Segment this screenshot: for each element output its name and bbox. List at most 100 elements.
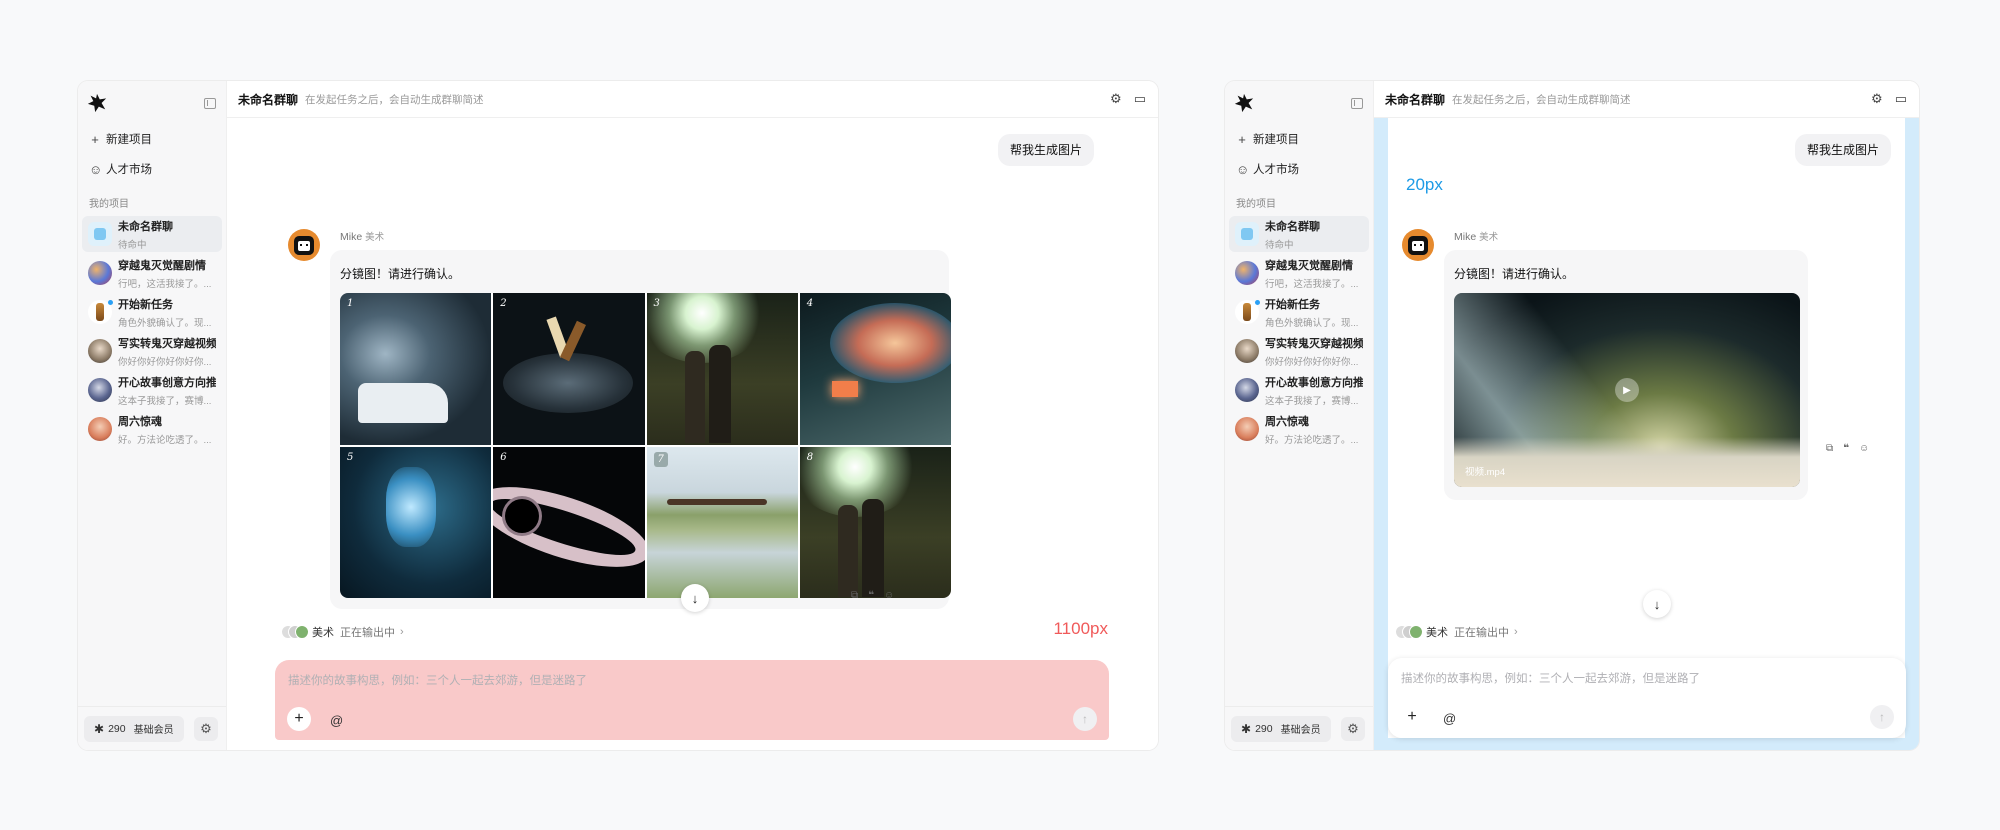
arrow-up-icon: ↑ (1879, 710, 1885, 724)
sidebar: + 新建项目 ☺ 人才市场 我的项目 未命名群聊 待命中 穿越鬼灭觉醒剧情 行吧，这活我… (78, 81, 226, 750)
project-avatar (1235, 378, 1259, 402)
user-message-bubble: 帮我生成图片 (1795, 134, 1892, 166)
reaction-icon[interactable]: ☺ (884, 590, 894, 601)
sender-line: Mike 美术 (340, 231, 385, 243)
add-attachment-button[interactable]: + (287, 707, 311, 731)
storyboard-image-5[interactable]: 5 (340, 446, 492, 598)
copy-icon[interactable]: ⧉ (851, 590, 858, 601)
settings-gear-icon[interactable]: ⚙ (1341, 716, 1365, 741)
folder-icon[interactable]: ▭ (1895, 91, 1907, 107)
settings-gear-icon[interactable]: ⚙ (194, 716, 218, 741)
projects-section-title: 我的项目 (89, 199, 129, 210)
sidebar-toggle-icon[interactable] (1351, 97, 1363, 109)
scroll-down-button[interactable]: ↓ (1643, 590, 1671, 618)
project-item[interactable]: 未命名群聊 待命中 (1229, 216, 1369, 252)
agent-status[interactable]: 美术 正在输出中 › (281, 624, 404, 640)
scroll-down-button[interactable]: ↓ (681, 584, 709, 612)
chat-title: 未命名群聊 (1385, 92, 1446, 107)
project-item[interactable]: 未命名群聊 待命中 (82, 216, 222, 252)
storyboard-image-3[interactable]: 3 (646, 293, 798, 445)
send-button[interactable]: ↑ (1073, 707, 1097, 731)
settings-gear-icon[interactable]: ⚙ (1871, 91, 1883, 107)
mention-button[interactable]: @ (1443, 711, 1456, 726)
unread-dot (1255, 300, 1260, 305)
group-chat-icon (88, 222, 112, 246)
chat-main: 未命名群聊 在发起任务之后，会自动生成群聊简述 ⚙ ▭ 帮我生成图片 Mike 美… (226, 81, 1158, 750)
new-project-button[interactable]: + 新建项目 (1225, 127, 1373, 151)
video-filename: 视频.mp4 (1465, 467, 1506, 478)
user-message-bubble: 帮我生成图片 (998, 134, 1095, 166)
project-item[interactable]: 写实转鬼灭穿越视频 你好你好你好你好你... (1229, 333, 1369, 369)
group-chat-icon (1235, 222, 1259, 246)
play-icon[interactable]: ▶ (1615, 378, 1639, 402)
agent-status[interactable]: 美术 正在输出中 › (1395, 624, 1518, 640)
chat-header: 未命名群聊 在发起任务之后，会自动生成群聊简述 ⚙ ▭ (227, 81, 1158, 118)
chat-subtitle: 在发起任务之后，会自动生成群聊简述 (1452, 93, 1631, 106)
storyboard-grid: 1 2 3 4 5 6 7 8 (340, 293, 951, 598)
talent-market-link[interactable]: ☺ 人才市场 (78, 157, 226, 181)
project-item[interactable]: 周六惊魂 好。方法论吃透了。... (82, 411, 222, 447)
message-text: 分镜图！请进行确认。 (340, 267, 461, 281)
add-attachment-button[interactable]: + (1400, 705, 1424, 729)
settings-gear-icon[interactable]: ⚙ (1110, 91, 1122, 107)
storyboard-image-7[interactable]: 7 (646, 446, 798, 598)
plus-icon: + (91, 131, 99, 147)
sender-line: Mike 美术 (1454, 231, 1499, 243)
quote-icon[interactable]: ❝ (868, 590, 874, 601)
agent-avatars (281, 625, 309, 639)
folder-icon[interactable]: ▭ (1134, 91, 1146, 107)
project-avatar (88, 339, 112, 363)
sidebar-toggle-icon[interactable] (204, 97, 216, 109)
chat-main: 未命名群聊 在发起任务之后，会自动生成群聊简述 ⚙ ▭ 帮我生成图片 20px … (1373, 81, 1919, 750)
padding-highlight-left (1374, 118, 1388, 750)
chevron-right-icon: › (400, 626, 404, 638)
quote-icon[interactable]: ❝ (1843, 443, 1849, 454)
project-item[interactable]: 穿越鬼灭觉醒剧情 行吧，这活我接了。... (82, 255, 222, 291)
storyboard-image-6[interactable]: 6 (493, 446, 645, 598)
brand-logo-icon[interactable] (1233, 92, 1255, 114)
smile-icon: ☺ (89, 161, 103, 177)
project-avatar (88, 378, 112, 402)
reaction-icon[interactable]: ☺ (1859, 443, 1869, 454)
brand-logo-icon[interactable] (86, 92, 108, 114)
new-project-button[interactable]: + 新建项目 (78, 127, 226, 151)
storyboard-image-4[interactable]: 4 (799, 293, 951, 445)
project-item[interactable]: 穿越鬼灭觉醒剧情 行吧，这活我接了。... (1229, 255, 1369, 291)
storyboard-image-1[interactable]: 1 (340, 293, 492, 445)
storyboard-image-8[interactable]: 8 (799, 446, 951, 598)
chat-title: 未命名群聊 (238, 92, 299, 107)
arrow-up-icon: ↑ (1082, 712, 1088, 726)
project-item[interactable]: 周六惊魂 好。方法论吃透了。... (1229, 411, 1369, 447)
app-window-video-variant: + 新建项目 ☺ 人才市场 我的项目 未命名群聊 待命中 穿越鬼灭觉醒剧情 行吧，这活我… (1225, 81, 1919, 750)
asterisk-icon: ✱ (1241, 721, 1252, 736)
video-player[interactable]: ▶ 视频.mp4 (1454, 293, 1800, 487)
arrow-down-icon: ↓ (691, 590, 699, 606)
project-item[interactable]: 开心故事创意方向推荐这本子我接了，赛博... (82, 372, 222, 408)
project-avatar (1235, 339, 1259, 363)
chat-subtitle: 在发起任务之后，会自动生成群聊简述 (305, 93, 484, 106)
app-window-grid-variant: + 新建项目 ☺ 人才市场 我的项目 未命名群聊 待命中 穿越鬼灭觉醒剧情 行吧，这活我… (78, 81, 1158, 750)
storyboard-image-2[interactable]: 2 (493, 293, 645, 445)
agent-avatars (1395, 625, 1423, 639)
composer: 描述你的故事构思，例如：三个人一起去郊游，但是迷路了 + @ ↑ (275, 660, 1109, 740)
unread-dot (108, 300, 113, 305)
project-avatar (1235, 261, 1259, 285)
sidebar: + 新建项目 ☺ 人才市场 我的项目 未命名群聊 待命中 穿越鬼灭觉醒剧情 行吧，这活我… (1225, 81, 1373, 750)
project-item[interactable]: 开心故事创意方向推荐这本子我接了，赛博... (1229, 372, 1369, 408)
talent-market-link[interactable]: ☺ 人才市场 (1225, 157, 1373, 181)
chat-header: 未命名群聊 在发起任务之后，会自动生成群聊简述 ⚙ ▭ (1374, 81, 1919, 118)
message-actions: ⧉ ❝ ☺ (1826, 443, 1869, 454)
project-item[interactable]: 开始新任务 角色外貌确认了。现... (82, 294, 222, 330)
project-item[interactable]: 写实转鬼灭穿越视频 你好你好你好你好你... (82, 333, 222, 369)
padding-highlight-right (1905, 118, 1919, 750)
credits-badge[interactable]: ✱ 290 基础会员 (84, 715, 184, 742)
copy-icon[interactable]: ⧉ (1826, 443, 1833, 454)
credits-badge[interactable]: ✱ 290 基础会员 (1231, 715, 1331, 742)
mike-avatar (1402, 229, 1434, 261)
mention-button[interactable]: @ (330, 713, 343, 728)
gap-annotation: 20px (1406, 175, 1443, 194)
padding-highlight-bottom (1374, 738, 1919, 750)
message-text: 分镜图！请进行确认。 (1454, 267, 1575, 281)
project-item[interactable]: 开始新任务 角色外貌确认了。现... (1229, 294, 1369, 330)
send-button[interactable]: ↑ (1870, 705, 1894, 729)
